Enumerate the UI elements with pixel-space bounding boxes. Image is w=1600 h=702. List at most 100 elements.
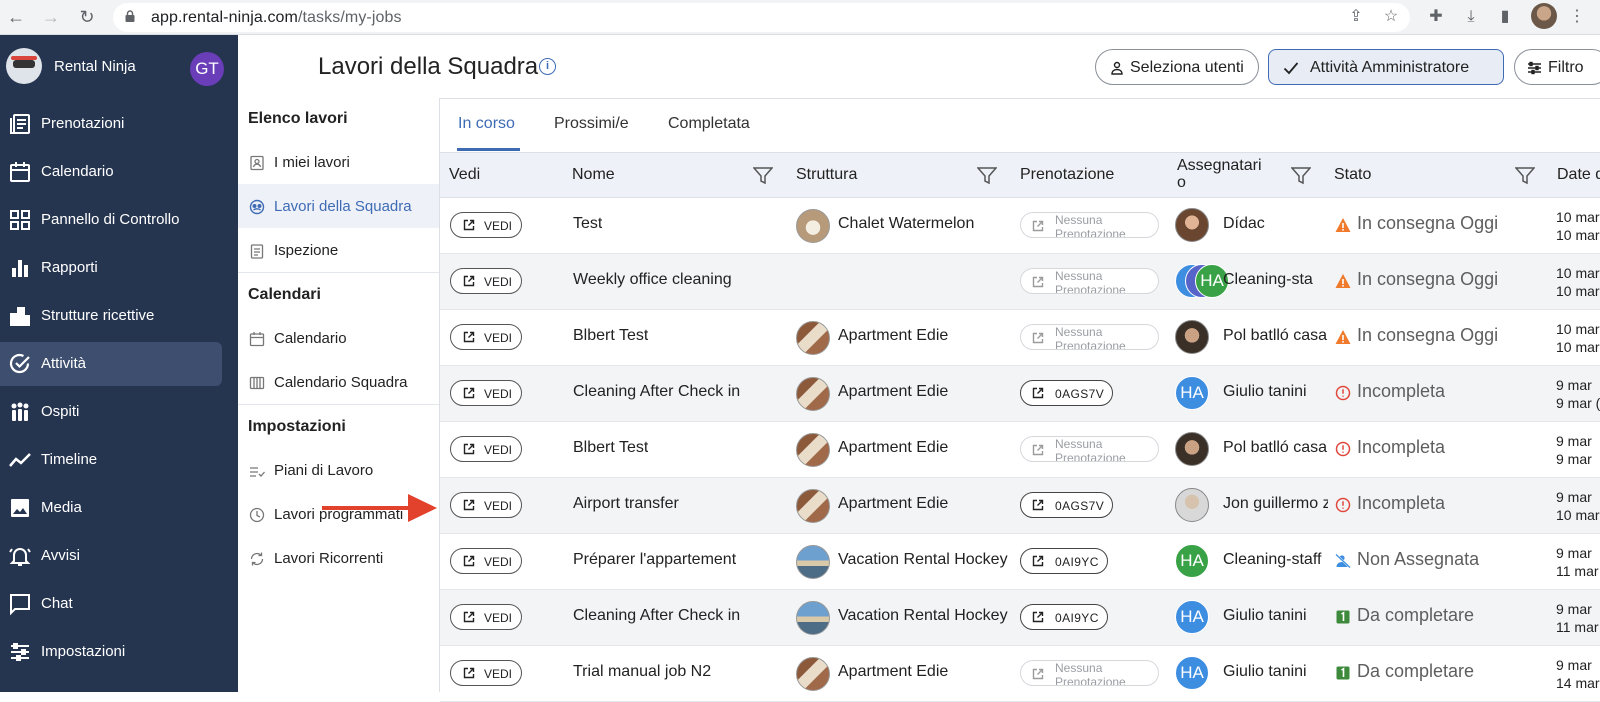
select-users-button[interactable]: Seleziona utenti <box>1095 49 1259 85</box>
view-button[interactable]: VEDI <box>450 268 522 294</box>
ninja-logo-icon[interactable] <box>6 48 42 84</box>
filter-funnel-icon[interactable] <box>753 167 773 185</box>
filter-funnel-icon[interactable] <box>977 167 997 185</box>
sidebar-item-timeline[interactable]: Timeline <box>0 438 238 482</box>
booking-code: 0AGS7V <box>1055 499 1105 513</box>
table-row[interactable]: VEDI Cleaning After Check in Vacation Re… <box>440 590 1600 646</box>
table-row[interactable]: VEDI Airport transfer Apartment Edie 0AG… <box>440 478 1600 534</box>
sidebar-item-avvisi[interactable]: Avvisi <box>0 534 238 578</box>
submenu-item-calendar[interactable]: Calendario <box>238 316 439 360</box>
filter-funnel-icon[interactable] <box>1291 167 1311 185</box>
booking-chip[interactable]: 0AGS7V <box>1020 380 1113 406</box>
sidebar-item-strutture[interactable]: Strutture ricettive <box>0 294 238 338</box>
sidebar-item-rapporti[interactable]: Rapporti <box>0 246 238 290</box>
open-external-icon <box>463 499 475 511</box>
property-name[interactable]: Apartment Edie <box>838 439 948 457</box>
view-button[interactable]: VEDI <box>450 380 522 406</box>
filter-funnel-icon[interactable] <box>1515 167 1535 185</box>
tab-completata[interactable]: Completata <box>668 115 750 133</box>
column-header-date[interactable]: Date d <box>1557 166 1600 184</box>
submenu-item-inspection[interactable]: Ispezione <box>238 228 439 272</box>
property-name[interactable]: Apartment Edie <box>838 495 948 513</box>
tab-in-corso[interactable]: In corso <box>458 115 515 133</box>
admin-tasks-button[interactable]: Attività Amministratore <box>1268 49 1504 85</box>
view-button[interactable]: VEDI <box>450 212 522 238</box>
submenu-item-my-jobs[interactable]: I miei lavori <box>238 140 439 184</box>
end-date: 10 mar <box>1556 283 1600 299</box>
booking-chip[interactable]: 0AI9YC <box>1020 548 1108 574</box>
end-date: 10 mar <box>1556 227 1600 243</box>
table-row[interactable]: VEDI Test Chalet Watermelon Nessuna Pren… <box>440 198 1600 254</box>
view-button[interactable]: VEDI <box>450 604 522 630</box>
share-icon[interactable]: ⇪ <box>1345 6 1367 28</box>
admin-tasks-label: Attività Amministratore <box>1310 59 1470 76</box>
view-button[interactable]: VEDI <box>450 660 522 686</box>
status-text: Da completare <box>1357 661 1475 681</box>
column-header-status[interactable]: Stato <box>1334 166 1371 184</box>
address-bar[interactable]: app.rental-ninja.com/tasks/my-jobs <box>113 3 1410 32</box>
brand-name: Rental Ninja <box>54 58 136 75</box>
property-name[interactable]: Apartment Edie <box>838 383 948 401</box>
property-name[interactable]: Vacation Rental Hockey <box>838 607 1008 625</box>
info-icon[interactable]: i <box>539 58 556 75</box>
sidebar-item-media[interactable]: Media <box>0 486 238 530</box>
chat-icon <box>10 594 30 616</box>
sidebar-item-pannello[interactable]: Pannello di Controllo <box>0 198 238 242</box>
back-arrow-icon[interactable]: ← <box>3 4 29 30</box>
submenu-item-recurring[interactable]: Lavori Ricorrenti <box>238 536 439 580</box>
property-name[interactable]: Vacation Rental Hockey <box>838 551 1008 569</box>
table-row[interactable]: VEDI Préparer l'appartement Vacation Ren… <box>440 534 1600 590</box>
assignee-avatar <box>1175 320 1209 354</box>
side-panel-icon[interactable]: ▮ <box>1494 6 1516 28</box>
profile-avatar[interactable] <box>1531 3 1557 29</box>
section-heading: Elenco lavori <box>248 110 348 127</box>
property-thumbnail <box>796 657 830 691</box>
table-row[interactable]: VEDI Blbert Test Apartment Edie Nessuna … <box>440 310 1600 366</box>
view-button[interactable]: VEDI <box>450 548 522 574</box>
submenu-item-team-calendar[interactable]: Calendario Squadra <box>238 360 439 404</box>
column-header-property[interactable]: Struttura <box>796 166 857 184</box>
sidebar-item-ospiti[interactable]: Ospiti <box>0 390 238 434</box>
booking-chip[interactable]: 0AGS7V <box>1020 492 1113 518</box>
sidebar-item-calendario[interactable]: Calendario <box>0 150 238 194</box>
view-button[interactable]: VEDI <box>450 492 522 518</box>
property-thumbnail <box>796 321 830 355</box>
sidebar-item-impostazioni[interactable]: Impostazioni <box>0 630 238 674</box>
column-header-name[interactable]: Nome <box>572 166 615 184</box>
column-header-assignees[interactable]: Assegnatari o <box>1177 157 1262 193</box>
reload-icon[interactable]: ↻ <box>74 4 100 30</box>
sidebar-item-prenotazioni[interactable]: Prenotazioni <box>0 102 238 146</box>
submenu-label: Ispezione <box>274 242 339 259</box>
user-icon <box>1111 61 1123 75</box>
todo-badge-icon <box>1336 610 1350 624</box>
column-header-booking[interactable]: Prenotazione <box>1020 166 1114 184</box>
date-cell: 10 mar 10 mar <box>1556 264 1600 300</box>
end-date: 9 mar ( <box>1556 395 1600 411</box>
view-button[interactable]: VEDI <box>450 436 522 462</box>
extensions-icon[interactable]: ✚ <box>1425 6 1447 28</box>
user-avatar[interactable]: GT <box>190 52 224 86</box>
table-row[interactable]: VEDI Trial manual job N2 Apartment Edie … <box>440 646 1600 702</box>
select-users-label: Seleziona utenti <box>1130 59 1244 76</box>
submenu-item-team-jobs[interactable]: Lavori della Squadra <box>238 184 439 228</box>
table-row[interactable]: VEDI Weekly office cleaning Nessuna Pren… <box>440 254 1600 310</box>
tab-prossimi[interactable]: Prossimi/e <box>554 115 629 133</box>
download-icon[interactable]: ⤓ <box>1460 6 1482 28</box>
view-button[interactable]: VEDI <box>450 324 522 350</box>
filter-button[interactable]: Filtro <box>1514 49 1600 85</box>
sidebar-item-chat[interactable]: Chat <box>0 582 238 626</box>
submenu-item-work-plans[interactable]: Piani di Lavoro <box>238 448 439 492</box>
annotation-arrow-icon <box>322 494 437 522</box>
date-cell: 9 mar 9 mar <box>1556 432 1592 468</box>
booking-chip[interactable]: 0AI9YC <box>1020 604 1108 630</box>
property-name[interactable]: Apartment Edie <box>838 663 948 681</box>
sidebar-item-label: Strutture ricettive <box>41 307 155 324</box>
property-name[interactable]: Chalet Watermelon <box>838 215 974 233</box>
forward-arrow-icon[interactable]: → <box>38 4 64 30</box>
sidebar-item-attivita[interactable]: Attività <box>0 342 238 386</box>
table-row[interactable]: VEDI Blbert Test Apartment Edie Nessuna … <box>440 422 1600 478</box>
table-row[interactable]: VEDI Cleaning After Check in Apartment E… <box>440 366 1600 422</box>
bookmark-star-icon[interactable]: ☆ <box>1380 6 1402 28</box>
property-name[interactable]: Apartment Edie <box>838 327 948 345</box>
more-menu-icon[interactable]: ⋮ <box>1566 6 1588 28</box>
